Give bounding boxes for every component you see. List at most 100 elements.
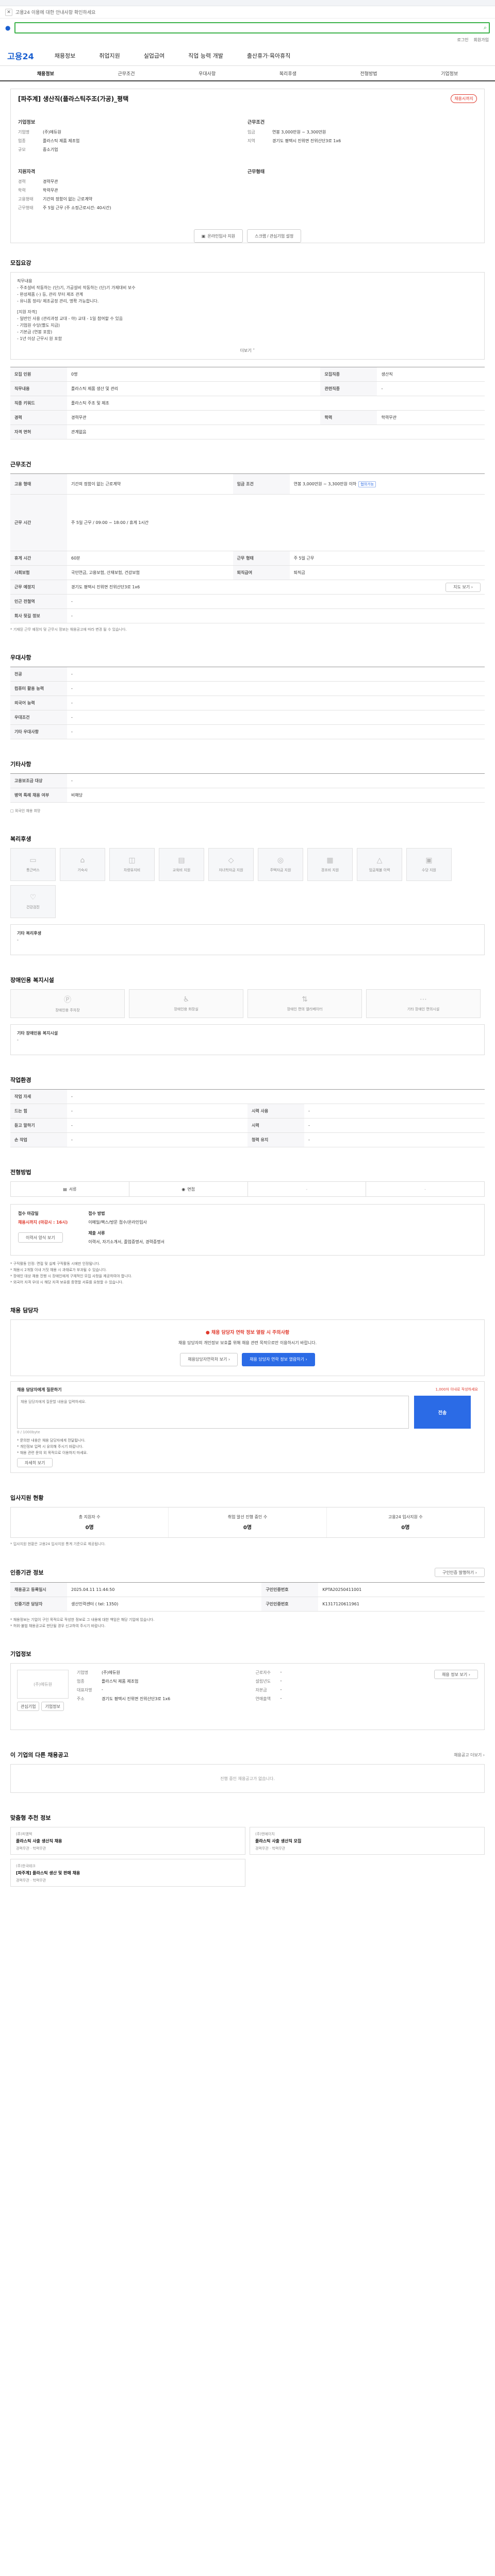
table-cell: - [67,1104,248,1118]
qna-submit-button[interactable]: 전송 [414,1396,471,1429]
job-title: [파주계] 생산직(플라스틱주조(가공)_평택 [18,95,129,103]
stat-value: 0명 [401,1525,410,1531]
table-cell: - [377,381,485,396]
recommend-card[interactable]: (주)피엠텍 플라스틱 사출 생산직 채용 경력무관 · 학력무관 [10,1827,245,1855]
map-button[interactable]: 지도 보기 › [446,582,481,592]
resume-form-button[interactable]: 이력서 양식 보기 [18,1232,63,1243]
table-cell: - [67,608,485,623]
nav-item-support[interactable]: 취업지원 [99,52,120,60]
table-cell: 국민연금, 고용보험, 산재보험, 건강보험 [67,565,233,580]
recommend-card[interactable]: (주)한국테크 [파주계] 플라스틱 생산 및 판매 채용 경력무관 · 학력무… [10,1859,245,1887]
nav-item-training[interactable]: 직업 능력 개발 [188,52,223,60]
stat-item: 총 지원자 수 0명 [11,1507,169,1537]
kv-key: 학력 [18,188,26,193]
nav-item-unemployment[interactable]: 실업급여 [144,52,164,60]
tab-preference[interactable]: 우대사항 [167,70,248,77]
company-logo: (주)에듀원 [17,1670,69,1699]
tab-company[interactable]: 기업정보 [409,70,490,77]
card-title: [파주계] 플라스틱 생산 및 판매 채용 [16,1871,80,1875]
welfare-label: 교육비 지원 [172,868,191,872]
logo[interactable]: ● [5,24,10,31]
tab-welfare[interactable]: 복리후생 [248,70,328,77]
table-cell: KPTA20250411001 [318,1582,485,1597]
qna-more-button[interactable]: 자세히 보기 [17,1458,53,1467]
kv-value: 연봉 3,000만원 ~ 3,300만원 [272,130,326,134]
recommend-card[interactable]: (주)엔에이치 플라스틱 사출 생산직 모집 경력무관 · 학력무관 [250,1827,485,1855]
conditions-heading: 근무조건 [10,461,31,468]
table-row: 사회보험 국민연금, 고용보험, 산재보험, 건강보험 퇴직급여 퇴직금 [10,565,485,580]
contact-view-button[interactable]: 채용담당자연락처 보기 › [180,1353,238,1366]
restroom-icon: ♿ [183,995,190,1004]
login-link[interactable]: 로그인 [457,37,468,45]
recruit-description: 직무내용 - 주조설비 작동하는 (단)기, 가공설비 작동하는 (단)기 가제… [10,272,485,360]
table-header-cell: 임금 조건 [233,473,290,495]
summary-requirements: 지원자격 경력 경력무관 학력 학력무관 [18,168,248,196]
table-cell: - [67,696,485,710]
facility-label: 장애인용 주차장 [55,1008,80,1012]
qna-input[interactable] [17,1396,409,1429]
kv-key: 고용형태 [18,197,34,201]
recommend-cards: (주)피엠텍 플라스틱 사출 생산직 채용 경력무관 · 학력무관 (주)엔에이… [10,1827,485,1887]
pay-value: 연봉 3,000만원 ~ 3,300만원 이하 [293,481,357,486]
brand[interactable]: 고용24 [7,49,34,62]
nav-item-jobs[interactable]: 채용정보 [55,52,75,60]
main-nav: 고용24 채용정보 취업지원 실업급여 직업 능력 개발 출산휴가·육아휴직 [0,45,495,66]
negotiable-chip: 협의가능 [358,481,376,487]
close-icon[interactable]: ✕ [5,8,12,16]
other-jobs-more-link[interactable]: 채용공고 더보기 › [454,1752,485,1758]
note-line: * 채용시 2개월 이내 거짓 채용 시 과태료가 부과될 수 있습니다. [10,1268,107,1272]
table-row: 전공 - [10,667,485,682]
follow-company-button[interactable]: 관심기업 [17,1702,40,1711]
tab-conditions[interactable]: 근무조건 [86,70,167,77]
env-heading: 작업환경 [10,1077,31,1083]
print-button[interactable]: 구인인증 발행하기 › [434,1568,485,1577]
table-header-cell: 고용 형태 [10,473,67,495]
kv-value: (주)에듀원 [102,1670,120,1675]
table-row: 경력 경력무관 학력 학력무관 [10,410,485,425]
disability-extra-label: 기타 장애인용 복지시설 [17,1031,58,1036]
process-step: ▤ 서류 [11,1182,129,1196]
table-cell: 주 5일 근무 [289,551,485,566]
kv-key: 연매출액 [255,1697,271,1701]
welfare-item: ◫ 차량유지비 [109,848,155,881]
coin-icon: ◎ [277,856,284,865]
welfare-item: ♡ 건강검진 [10,885,56,918]
table-header-cell: 모집 인원 [10,367,67,382]
summary-req-heading: 지원자격 [18,170,36,175]
table-row: 근무 예정지 경기도 평택시 진위면 진위산단3로 1x6 지도 보기 › [10,580,485,595]
table-header-cell: 관련직종 [320,381,377,396]
table-cell: 2025.04.11 11:44:50 [67,1582,262,1597]
more-button[interactable]: 더보기 ˅ [17,347,478,354]
etc-table: 고용보조금 대상 - 병역 특례 채용 여부 비해당 [10,773,485,803]
card-title: 플라스틱 사출 생산직 모집 [255,1839,302,1843]
tab-recruit[interactable]: 채용정보 [5,70,86,77]
apply-online-button[interactable]: ▣ 온라인입사 지원 [193,229,243,243]
company-info-button[interactable]: 기업정보 [41,1702,64,1711]
process-step: - [248,1182,367,1196]
table-cell: 생산직 [377,367,485,382]
table-cell: 생산인력센터 ( tel: 1350) [67,1597,262,1612]
contact-request-button[interactable]: 채용 담당자 연락 정보 열람하기 › [242,1353,315,1366]
conditions-table: 고용 형태 기간의 정함이 없는 근로계약 임금 조건 연봉 3,000만원 ~ 3,… [10,473,485,623]
desc-line: - 1년 이상 근무시 원 포함 [17,336,62,341]
table-header-cell: 직종 키워드 [10,396,67,411]
qna-label: 채용 담당자에게 질문하기 [17,1387,62,1392]
table-header-cell: 구인인증번호 [261,1582,319,1597]
company-jobs-button[interactable]: 채용 정보 보기 › [434,1670,478,1679]
stat-label: 취업 알선 진행 중인 수 [227,1515,268,1519]
table-row: 채용공고 등록일시 2025.04.11 11:44:50 구인인증번호 KPTA20… [10,1582,485,1597]
info-notes: * 채용정보는 기업이 구인 목적으로 작성한 정보로 그 내용에 대한 책임은… [10,1617,485,1629]
signup-link[interactable]: 회원가입 [474,37,489,45]
table-cell: - [304,1132,485,1147]
search-icon[interactable]: ⌕ [484,24,487,31]
table-header-cell: 청력 유지 [248,1132,304,1147]
welfare-item: ◇ 자녀학자금 지원 [208,848,254,881]
tab-process[interactable]: 전형방법 [328,70,409,77]
nav-item-leave[interactable]: 출산휴가·육아휴직 [247,52,290,60]
kv-key: 근로자수 [255,1670,271,1675]
notice-bar: ✕ 고용24 이용에 대한 안내사항 확인하세요 [0,6,495,19]
preference-heading: 우대사항 [10,654,31,661]
scrap-button[interactable]: 스크랩 / 관심기업 설정 [247,229,302,243]
search-input[interactable]: ⌕ [14,22,490,33]
notice-text: 고용24 이용에 대한 안내사항 확인하세요 [15,10,96,15]
